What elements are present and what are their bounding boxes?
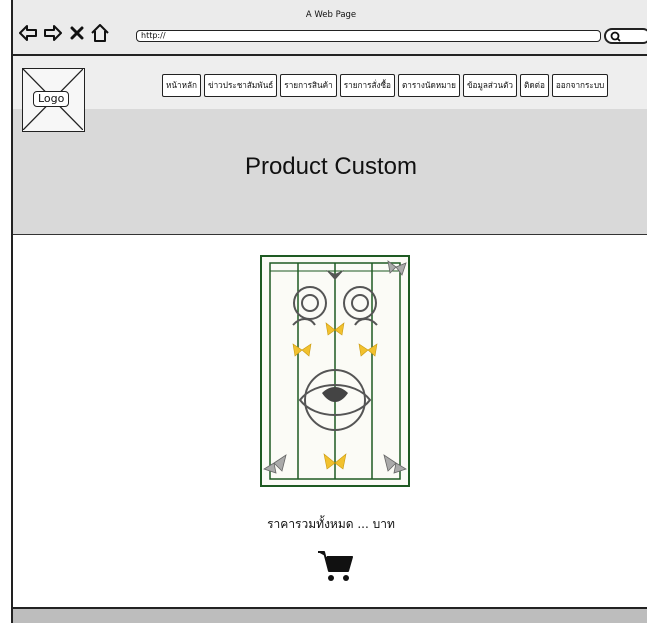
stop-icon[interactable]: [70, 24, 84, 42]
product-image: [260, 255, 410, 487]
nav-contact[interactable]: ติดต่อ: [520, 74, 549, 97]
search-icon: [610, 31, 621, 42]
logo-placeholder[interactable]: Logo: [22, 68, 85, 132]
nav-home[interactable]: หน้าหลัก: [162, 74, 201, 97]
page-title: Product Custom: [244, 153, 418, 180]
nav-orders[interactable]: รายการสั่งซื้อ: [339, 74, 395, 97]
shopping-cart-icon[interactable]: [317, 549, 353, 583]
home-icon[interactable]: [91, 24, 109, 42]
browser-titlebar: A Web Page http://: [13, 0, 647, 56]
nav-appointments[interactable]: ตารางนัดหมาย: [397, 74, 460, 97]
logo-label: Logo: [33, 91, 70, 107]
page-footer: [13, 607, 647, 623]
forward-icon[interactable]: [44, 24, 62, 42]
nav-news[interactable]: ข่าวประชาสัมพันธ์: [203, 74, 278, 97]
window-title: A Web Page: [305, 10, 357, 20]
nav-profile[interactable]: ข้อมูลส่วนตัว: [462, 74, 517, 97]
search-field[interactable]: [604, 28, 647, 44]
total-price-text: ราคารวมทั้งหมด ... บาท: [267, 517, 395, 531]
address-bar[interactable]: http://: [136, 30, 601, 42]
menu-bar: หน้าหลัก ข่าวประชาสัมพันธ์ รายการสินค้า …: [13, 56, 647, 109]
back-icon[interactable]: [19, 24, 37, 42]
browser-window: A Web Page http:// หน้าหลัก ข่าวประชาสัม…: [11, 0, 647, 623]
main-content: ราคารวมทั้งหมด ... บาท: [13, 235, 647, 607]
hero-banner: Product Custom: [13, 109, 647, 235]
nav-logout[interactable]: ออกจากระบบ: [551, 74, 609, 97]
main-nav: หน้าหลัก ข่าวประชาสัมพันธ์ รายการสินค้า …: [162, 74, 609, 97]
nav-products[interactable]: รายการสินค้า: [280, 74, 337, 97]
